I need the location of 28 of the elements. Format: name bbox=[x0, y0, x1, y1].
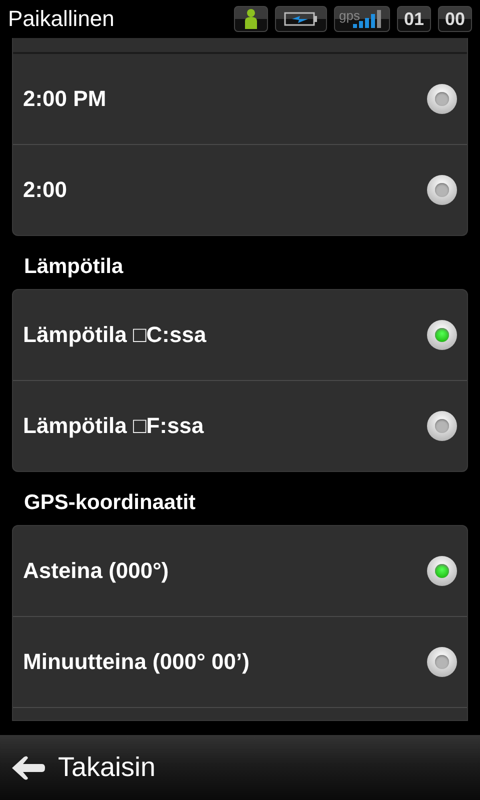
option-label: 2:00 PM bbox=[23, 86, 106, 112]
section-header: GPS-koordinaatit bbox=[23, 490, 197, 516]
radio-button[interactable] bbox=[427, 175, 457, 205]
radio-button[interactable] bbox=[427, 320, 457, 350]
radio-button[interactable] bbox=[427, 556, 457, 586]
back-arrow-icon bbox=[10, 754, 46, 782]
radio-button[interactable] bbox=[427, 84, 457, 114]
section-header: Lämpötila bbox=[23, 254, 124, 280]
option-label: 2:00 bbox=[23, 177, 68, 203]
option-row[interactable]: Lämpötila □C:ssa bbox=[13, 290, 467, 380]
radio-button[interactable] bbox=[427, 411, 457, 441]
option-row[interactable]: 2:00 PM bbox=[13, 52, 467, 144]
option-row[interactable]: Minuutteina (000° 00’) bbox=[13, 616, 467, 708]
option-label: Lämpötila □C:ssa bbox=[23, 322, 206, 348]
radio-button[interactable] bbox=[427, 647, 457, 677]
clock-digits: 00 bbox=[438, 6, 472, 32]
option-row[interactable]: 2:00 bbox=[13, 144, 467, 235]
clock-digits: 01 bbox=[397, 6, 431, 32]
screen-title: Paikallinen bbox=[8, 6, 114, 32]
battery-icon bbox=[275, 6, 327, 32]
option-row[interactable]: Asteina (000°) bbox=[13, 526, 467, 616]
option-row[interactable]: Lämpötila □F:ssa bbox=[13, 380, 467, 471]
person-icon bbox=[234, 6, 268, 32]
gps-label: gps bbox=[339, 8, 360, 23]
option-label: Lämpötila □F:ssa bbox=[23, 413, 204, 439]
option-label: Minuutteina (000° 00’) bbox=[23, 649, 250, 675]
back-button[interactable]: Takaisin bbox=[10, 752, 156, 783]
option-label: Asteina (000°) bbox=[23, 558, 169, 584]
